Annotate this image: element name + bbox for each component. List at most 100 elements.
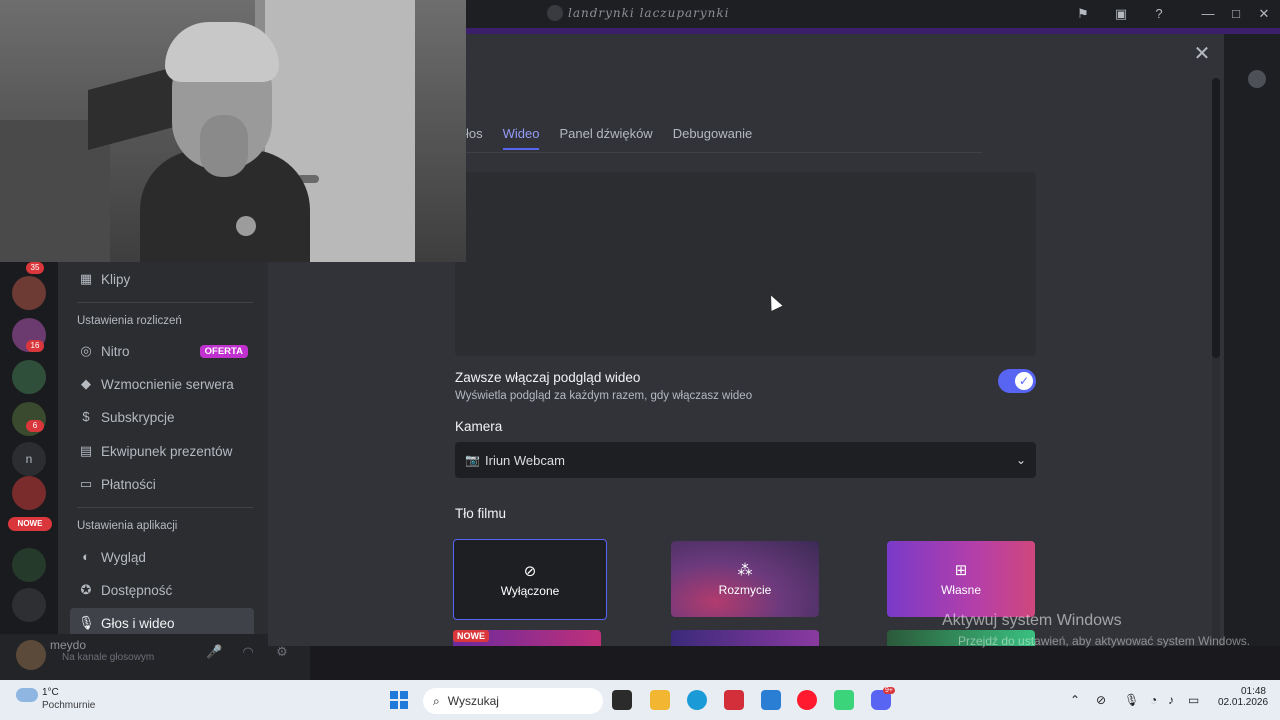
camera-icon: 📷 [465, 453, 480, 467]
tab-debug[interactable]: Debugowanie [673, 126, 753, 141]
tab-video[interactable]: Wideo [502, 126, 539, 150]
sidebar-item-subscriptions[interactable]: $ Subskrypcje [70, 402, 254, 432]
sidebar-item-accessibility[interactable]: ✪ Dostępność [70, 575, 254, 605]
sidebar-item-gift-inventory[interactable]: ▤ Ekwipunek prezentów [70, 436, 254, 466]
window-close-icon[interactable]: ✕ [1256, 6, 1272, 22]
discord-notification-badge: 9+ [883, 687, 895, 694]
windows-activation-title: Aktywuj system Windows [942, 612, 1122, 629]
search-icon: ⌕ [433, 693, 440, 708]
inbox-icon[interactable]: ▣ [1113, 6, 1129, 22]
cloud-icon[interactable] [16, 688, 38, 702]
microphone-icon: 🎙 [78, 615, 95, 630]
server-avatar[interactable] [12, 588, 46, 622]
clock-time: 01:48 [1240, 686, 1266, 697]
close-settings-icon[interactable]: ✕ [1190, 42, 1214, 66]
video-preview [455, 172, 1036, 356]
settings-tabs: łos Wideo Panel dźwięków Debugowanie [466, 126, 753, 150]
divider [77, 507, 253, 508]
server-avatar[interactable]: n [12, 442, 46, 476]
battery-icon[interactable]: ▭ [1188, 693, 1199, 707]
check-icon: ✓ [1015, 372, 1033, 390]
weather-condition[interactable]: Pochmurnie [42, 700, 95, 711]
server-badge: 6 [26, 420, 44, 432]
server-avatar[interactable] [12, 476, 46, 510]
maximize-icon[interactable]: □ [1228, 6, 1244, 22]
background-option-custom[interactable]: ⊞ Własne [887, 541, 1035, 617]
divider [77, 302, 253, 303]
camera-label: Kamera [455, 419, 503, 434]
blur-icon: ⁂ [737, 562, 753, 579]
always-preview-label: Zawsze włączaj podgląd wideo [455, 370, 641, 385]
windows-start-icon[interactable] [390, 691, 408, 709]
camera-selected-value: Iriun Webcam [485, 452, 565, 468]
tabs-divider [466, 152, 982, 153]
microphone-tray-icon[interactable]: 🎙 [1124, 693, 1139, 707]
clips-icon: ▦ [79, 271, 93, 286]
new-badge: NOWE [453, 630, 489, 642]
server-avatar[interactable] [12, 548, 46, 582]
taskbar-search[interactable]: ⌕ Wyszukaj [423, 688, 603, 714]
chevron-down-icon: ⌄ [1015, 453, 1026, 467]
webcam-overlay [0, 0, 466, 262]
chevron-up-icon[interactable]: ⌃ [1070, 693, 1080, 707]
help-icon[interactable]: ? [1151, 6, 1167, 22]
sidebar-item-appearance[interactable]: ◐ Wygląd [70, 542, 254, 572]
minimize-icon[interactable]: — [1200, 6, 1216, 22]
task-view-icon[interactable] [612, 690, 632, 710]
sidebar-item-payments[interactable]: ▭ Płatności [70, 469, 254, 499]
headphones-icon[interactable]: ◠ [240, 644, 256, 660]
add-image-icon: ⊞ [954, 562, 968, 579]
sync-off-icon[interactable]: ⊘ [1096, 693, 1106, 707]
mute-mic-icon[interactable]: 🎤 [206, 644, 222, 660]
volume-icon[interactable]: ♪ [1168, 693, 1174, 707]
nitro-icon: ◎ [80, 343, 92, 358]
card-icon: ▭ [79, 476, 93, 491]
server-badge: 35 [26, 262, 44, 274]
background-option-off[interactable]: ⊘ Wyłączone [453, 539, 607, 620]
right-panel [1224, 34, 1280, 646]
server-list: n [0, 262, 58, 646]
camera-select[interactable]: 📷 Iriun Webcam ⌄ [455, 442, 1036, 478]
server-avatar[interactable] [12, 276, 46, 310]
chat-icon[interactable] [1248, 70, 1266, 88]
avatar[interactable] [16, 640, 46, 670]
server-badge: 16 [26, 340, 44, 352]
store-icon[interactable] [761, 690, 781, 710]
boost-icon: ◆ [81, 376, 91, 391]
weather-temperature[interactable]: 1°C [42, 687, 59, 698]
tab-soundboard[interactable]: Panel dźwięków [559, 126, 652, 141]
gear-icon[interactable]: ⚙ [274, 644, 290, 660]
sidebar-item-nitro[interactable]: ◎ Nitro OFERTA [70, 336, 254, 366]
android-app-icon[interactable] [834, 690, 854, 710]
server-icon [547, 5, 563, 21]
sidebar-item-server-boost[interactable]: ◆ Wzmocnienie serwera [70, 369, 254, 399]
offer-badge: OFERTA [199, 344, 248, 358]
tab-voice[interactable]: łos [466, 126, 483, 141]
sidebar-item-clips[interactable]: ▦ Klipy [70, 264, 254, 294]
file-explorer-icon[interactable] [650, 690, 670, 710]
user-panel [0, 634, 310, 680]
taskbar [0, 680, 1280, 720]
scrollbar-thumb[interactable] [1212, 78, 1220, 358]
accessibility-icon: ✪ [80, 582, 92, 597]
background-option-blur[interactable]: ⁂ Rozmycie [671, 541, 819, 617]
windows-activation-text: Przejdź do ustawień, aby aktywować syste… [958, 634, 1251, 648]
edge-icon[interactable] [687, 690, 707, 710]
shield-app-icon[interactable] [724, 690, 744, 710]
flag-icon[interactable]: ⚑ [1075, 6, 1091, 22]
always-preview-description: Wyświetla podgląd za każdym razem, gdy w… [455, 390, 753, 402]
user-status: Na kanale głosowym [62, 652, 155, 663]
gift-icon: ▤ [79, 443, 93, 458]
opera-icon[interactable] [797, 690, 817, 710]
background-thumbnail[interactable] [671, 630, 819, 646]
username: meydo [50, 638, 87, 652]
section-app-header: Ustawienia aplikacji [77, 520, 178, 532]
subscriptions-icon: $ [82, 409, 90, 424]
wifi-icon[interactable]: ◔ [1150, 693, 1157, 707]
clock-date: 02.01.2026 [1218, 697, 1269, 708]
taskbar-clock[interactable]: 01:48 02.01.2026 [1218, 686, 1269, 708]
window-title: landrynki laczuparynki [568, 6, 730, 20]
background-label: Tło filmu [455, 506, 507, 521]
server-avatar[interactable] [12, 360, 46, 394]
always-preview-toggle[interactable]: ✓ [998, 369, 1036, 393]
